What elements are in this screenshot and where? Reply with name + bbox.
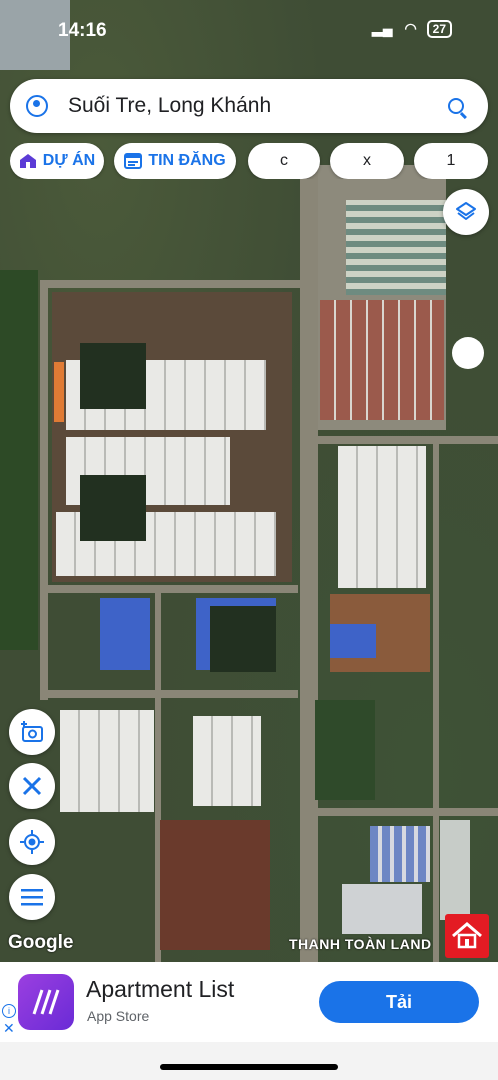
home-indicator[interactable] bbox=[160, 1064, 338, 1070]
chip-c[interactable]: c bbox=[248, 143, 320, 179]
app-icon[interactable] bbox=[18, 974, 74, 1030]
ruler-pencil-icon bbox=[22, 776, 42, 796]
factory-roofs bbox=[370, 826, 430, 882]
tile-gap bbox=[210, 606, 276, 672]
road bbox=[433, 436, 439, 962]
battery-icon: 27 bbox=[426, 20, 452, 38]
factory-roofs bbox=[338, 446, 426, 588]
status-icons: ▂▄ ◠ 27 bbox=[372, 20, 452, 38]
plantation bbox=[0, 270, 38, 650]
residential-roofs bbox=[320, 300, 444, 420]
menu-button[interactable] bbox=[9, 874, 55, 920]
chip-x[interactable]: x bbox=[330, 143, 404, 179]
chip-label: DỰ ÁN bbox=[42, 152, 96, 169]
layers-icon bbox=[456, 202, 476, 220]
google-attribution: Google bbox=[8, 932, 74, 953]
menu-icon bbox=[21, 889, 43, 906]
map-marker[interactable] bbox=[452, 337, 484, 369]
orange-roof bbox=[54, 362, 64, 422]
road bbox=[40, 585, 298, 593]
chip-1[interactable]: 1 bbox=[414, 143, 488, 179]
wifi-icon: ◠ bbox=[404, 20, 417, 36]
brand-watermark: THANH TOÀN LAND bbox=[289, 936, 432, 952]
blue-roof bbox=[100, 598, 150, 670]
road bbox=[40, 280, 48, 700]
search-icon[interactable] bbox=[448, 98, 464, 114]
factory-roofs bbox=[440, 820, 470, 920]
factory-roofs bbox=[193, 716, 261, 806]
chip-du-an[interactable]: DỰ ÁN bbox=[10, 143, 104, 179]
layers-button[interactable] bbox=[443, 189, 489, 235]
search-query[interactable]: Suối Tre, Long Khánh bbox=[68, 94, 448, 118]
ad-info-icon[interactable]: i bbox=[2, 1004, 16, 1018]
listing-icon bbox=[124, 153, 143, 169]
filter-chips: DỰ ÁN TIN ĐĂNG c x 1 bbox=[10, 143, 498, 179]
my-location-icon bbox=[20, 830, 44, 854]
bottom-bar bbox=[0, 1042, 498, 1080]
camera-plus-icon bbox=[21, 721, 43, 742]
apartment-list-logo-icon bbox=[32, 989, 60, 1015]
chip-tin-dang[interactable]: TIN ĐĂNG bbox=[114, 143, 236, 179]
main-road bbox=[300, 160, 318, 962]
red-soil-lot bbox=[160, 820, 270, 950]
my-location-button[interactable] bbox=[9, 819, 55, 865]
factory-roofs bbox=[342, 884, 422, 934]
road bbox=[40, 280, 300, 288]
account-icon[interactable] bbox=[26, 95, 48, 117]
ad-subtitle: App Store bbox=[87, 1008, 150, 1024]
factory-roofs bbox=[60, 710, 154, 812]
add-photo-button[interactable] bbox=[9, 709, 55, 755]
tile-gap bbox=[80, 343, 146, 409]
chip-label: TIN ĐĂNG bbox=[148, 152, 226, 169]
ad-banner[interactable]: Apartment List App Store Tải i ✕ bbox=[0, 962, 498, 1042]
tile-gap bbox=[80, 475, 146, 541]
house-logo-icon bbox=[452, 922, 482, 949]
residential-plots bbox=[346, 200, 446, 295]
road bbox=[40, 690, 298, 698]
status-time: 14:16 bbox=[58, 20, 107, 41]
measure-button[interactable] bbox=[9, 763, 55, 809]
house-icon bbox=[19, 154, 36, 168]
search-bar[interactable]: Suối Tre, Long Khánh bbox=[10, 79, 488, 133]
blue-roof bbox=[330, 624, 376, 658]
ad-title[interactable]: Apartment List bbox=[86, 976, 234, 1003]
ad-close-icon[interactable]: ✕ bbox=[3, 1020, 15, 1037]
road bbox=[318, 436, 498, 444]
brand-logo bbox=[445, 914, 489, 958]
install-button[interactable]: Tải bbox=[319, 981, 479, 1023]
signal-icon: ▂▄ bbox=[371, 20, 393, 36]
tree-cluster bbox=[315, 700, 375, 800]
road bbox=[318, 808, 498, 816]
